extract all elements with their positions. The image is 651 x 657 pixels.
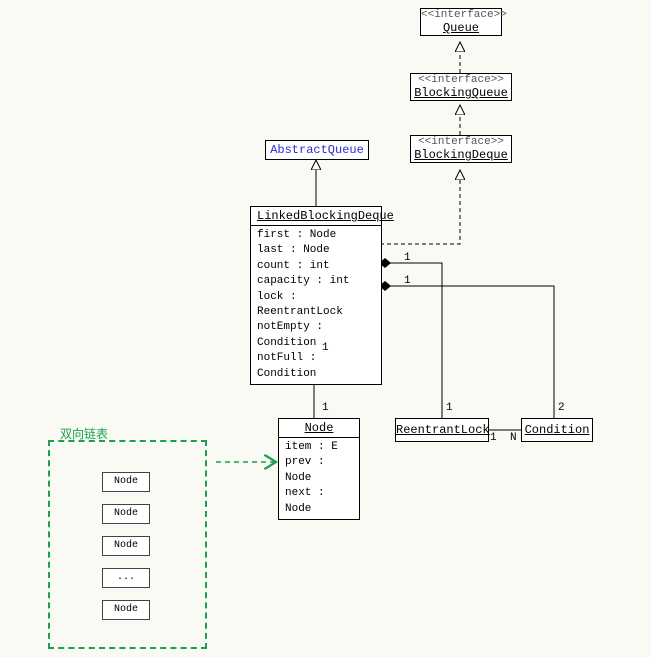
attr: next : Node xyxy=(285,486,353,517)
class-blocking-deque: <<interface>> BlockingDeque xyxy=(410,135,512,163)
stereotype: <<interface>> xyxy=(411,136,511,148)
multiplicity: 1 xyxy=(322,402,329,414)
class-name: Condition xyxy=(522,423,592,437)
class-linked-blocking-deque: LinkedBlockingDeque first : Node last : … xyxy=(250,206,382,385)
class-condition: Condition xyxy=(521,418,593,442)
class-name: BlockingDeque xyxy=(411,148,511,162)
attr: count : int xyxy=(257,259,375,274)
multiplicity: 1 xyxy=(446,402,453,414)
list-item: ... xyxy=(102,568,150,588)
attr: first : Node xyxy=(257,228,375,243)
list-item: Node xyxy=(102,472,150,492)
list-item: Node xyxy=(102,600,150,620)
attr: item : E xyxy=(285,440,353,455)
multiplicity: 1 xyxy=(404,252,411,264)
class-name: Queue xyxy=(421,21,501,35)
multiplicity: 2 xyxy=(558,402,565,414)
attr: last : Node xyxy=(257,243,375,258)
multiplicity: 1 xyxy=(404,275,411,287)
attr: notEmpty : Condition xyxy=(257,320,375,351)
class-node: Node item : E prev : Node next : Node xyxy=(278,418,360,520)
attr: capacity : int xyxy=(257,274,375,289)
class-name: BlockingQueue xyxy=(411,86,511,100)
attributes: item : E prev : Node next : Node xyxy=(279,438,359,519)
class-name: ReentrantLock xyxy=(396,423,488,437)
class-reentrant-lock: ReentrantLock xyxy=(395,418,489,442)
attr: lock : ReentrantLock xyxy=(257,290,375,321)
uml-diagram: <<interface>> Queue <<interface>> Blocki… xyxy=(0,0,651,657)
stereotype: <<interface>> xyxy=(421,9,501,21)
multiplicity: 1 xyxy=(490,432,497,444)
attributes: first : Node last : Node count : int cap… xyxy=(251,226,381,384)
attr: notFull : Condition xyxy=(257,351,375,382)
class-name: Node xyxy=(279,419,359,438)
list-item: Node xyxy=(102,504,150,524)
class-blocking-queue: <<interface>> BlockingQueue xyxy=(410,73,512,101)
multiplicity: N xyxy=(510,432,517,444)
class-queue: <<interface>> Queue xyxy=(420,8,502,36)
class-name: AbstractQueue xyxy=(266,143,368,157)
class-name: LinkedBlockingDeque xyxy=(251,207,381,226)
linked-list-box: Node Node Node ... Node xyxy=(48,440,207,649)
stereotype: <<interface>> xyxy=(411,74,511,86)
class-abstract-queue: AbstractQueue xyxy=(265,140,369,160)
list-item: Node xyxy=(102,536,150,556)
multiplicity: 1 xyxy=(322,342,329,354)
attr: prev : Node xyxy=(285,455,353,486)
